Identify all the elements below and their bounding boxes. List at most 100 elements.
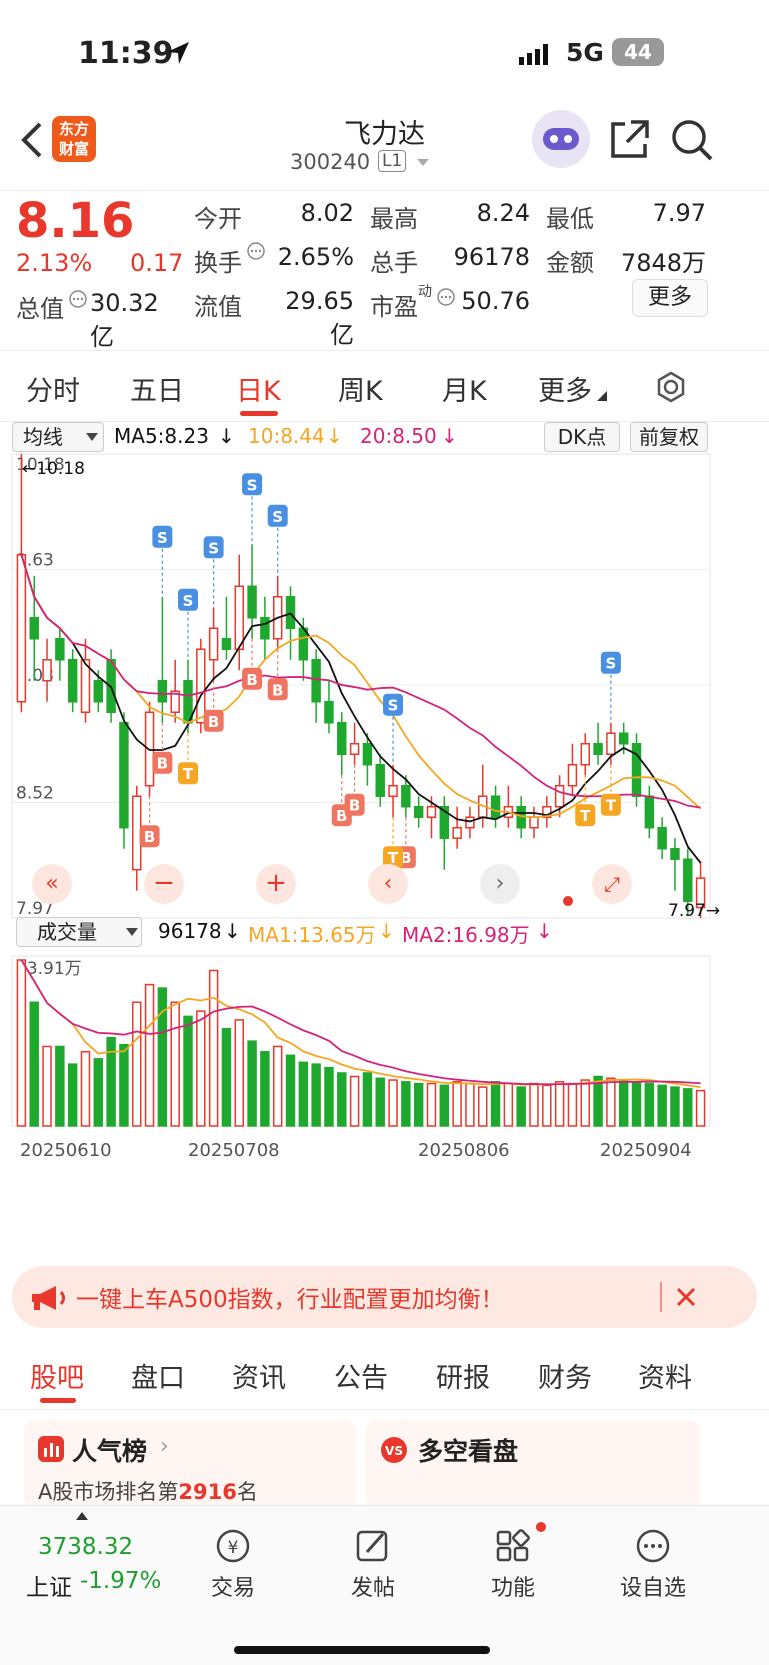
settings-icon[interactable]: [655, 371, 687, 403]
tab-monthly-k[interactable]: 月K: [442, 369, 487, 408]
more-dots-icon: [636, 1529, 670, 1563]
volume-label: 总手: [370, 249, 418, 277]
candle-body: [285, 596, 296, 630]
next-button[interactable]: ›: [480, 864, 520, 904]
candle-body: [670, 847, 680, 860]
tab-intraday[interactable]: 分时: [26, 369, 80, 408]
assistant-avatar-icon[interactable]: [532, 110, 590, 168]
popular-card[interactable]: 人气榜 › A股市场排名第2916名: [24, 1420, 356, 1510]
candlestick-chart[interactable]: 10.189.639.088.527.97SSSSSSSBBBBBBBBTTTT…: [0, 430, 769, 930]
trade-button[interactable]: ¥ 交易: [188, 1528, 278, 1602]
candle-body: [208, 627, 219, 661]
search-icon[interactable]: [670, 118, 714, 162]
candle-body: [490, 795, 501, 818]
tab-profile[interactable]: 资料: [638, 1356, 692, 1395]
post-button[interactable]: 发帖: [328, 1528, 418, 1602]
volume-bar: [93, 1058, 104, 1127]
tab-weekly-k[interactable]: 周K: [338, 369, 383, 408]
candle-body: [16, 554, 27, 703]
chevron-down-icon[interactable]: [416, 158, 430, 168]
volume-bar: [683, 1088, 693, 1127]
tab-guba[interactable]: 股吧: [30, 1356, 84, 1395]
volume-bar: [426, 1082, 437, 1127]
banner-text: 一键上车A500指数，行业配置更加均衡！: [76, 1287, 504, 1313]
tab-research[interactable]: 研报: [436, 1356, 490, 1395]
signal-label: S: [157, 529, 168, 547]
candle-body: [683, 858, 693, 902]
volume-bar: [119, 1043, 129, 1127]
candle-body: [324, 700, 334, 724]
tab-pankou[interactable]: 盘口: [131, 1356, 185, 1395]
tab-news[interactable]: 资讯: [232, 1356, 286, 1395]
corner-triangle-icon: [597, 391, 607, 401]
tab-financials[interactable]: 财务: [538, 1356, 592, 1395]
function-button[interactable]: 功能: [468, 1528, 558, 1602]
open-label: 今开: [194, 205, 242, 233]
volume-bar: [234, 1019, 244, 1127]
volume-select[interactable]: 成交量: [16, 917, 142, 947]
more-button[interactable]: 更多: [632, 279, 708, 317]
signal-icon: [519, 44, 548, 65]
prev-button[interactable]: ‹: [368, 864, 408, 904]
last-price: 8.16: [16, 193, 135, 249]
close-icon[interactable]: [674, 1285, 698, 1309]
info-icon[interactable]: [436, 287, 456, 307]
level-badge[interactable]: L1: [378, 150, 407, 172]
fullscreen-button[interactable]: ⤢: [592, 864, 632, 904]
low-label: 最低: [546, 205, 594, 233]
volume-value: 96178: [453, 243, 530, 271]
candle-body: [465, 816, 475, 829]
volume-bar: [42, 1045, 52, 1127]
candle-body: [413, 805, 424, 818]
zoom-out-button[interactable]: −: [144, 864, 184, 904]
signal-label: T: [183, 765, 194, 783]
pe-value: 50.76: [461, 287, 530, 315]
index-value[interactable]: 3738.32: [38, 1534, 133, 1560]
vol-ma1-arrow-icon: ↓: [378, 919, 395, 943]
volume-bar: [29, 1001, 39, 1127]
volume-bar: [298, 1061, 309, 1127]
promo-banner[interactable]: 一键上车A500指数，行业配置更加均衡！: [12, 1266, 757, 1328]
popular-rank-text: A股市场排名第2916名: [38, 1480, 258, 1504]
share-icon[interactable]: [607, 118, 651, 162]
bull-bear-title: 多空看盘: [418, 1437, 519, 1466]
bull-bear-card[interactable]: VS 多空看盘: [366, 1420, 700, 1510]
tab-daily-k[interactable]: 日K: [236, 369, 281, 408]
candle-body: [618, 732, 629, 745]
index-change: -1.97%: [80, 1568, 162, 1594]
date-label: 20250806: [418, 1140, 510, 1161]
live-dot-icon: [563, 896, 573, 906]
zoom-in-button[interactable]: +: [256, 864, 296, 904]
volume-bar: [337, 1072, 347, 1127]
volume-bar: [478, 1086, 488, 1127]
bar-chart-icon: [38, 1436, 64, 1462]
rewind-button[interactable]: «: [32, 864, 72, 904]
chevron-right-icon: ›: [160, 1434, 169, 1459]
signal-label: B: [144, 828, 155, 846]
high-value: 8.24: [476, 199, 530, 227]
volume-bar: [144, 983, 155, 1127]
candle-body: [644, 795, 655, 829]
cards-row: 人气榜 › A股市场排名第2916名 VS 多空看盘: [0, 1412, 769, 1510]
volume-bar: [657, 1084, 667, 1127]
volume-bar: [695, 1089, 706, 1127]
candle-body: [119, 721, 129, 829]
tab-five-day[interactable]: 五日: [130, 369, 184, 408]
volume-chart[interactable]: 93.91万20250610 20250708 20250806 20250904: [0, 948, 769, 1178]
candle-body: [388, 784, 398, 797]
volume-bar: [529, 1082, 539, 1127]
tab-announcements[interactable]: 公告: [334, 1356, 388, 1395]
stock-code: 300240: [290, 150, 371, 174]
candle-body: [67, 659, 78, 703]
volume-bar: [401, 1081, 411, 1127]
tab-more[interactable]: 更多: [538, 369, 592, 408]
amount-label: 金额: [546, 249, 594, 277]
info-icon[interactable]: [68, 289, 88, 309]
add-watchlist-button[interactable]: 设自选: [608, 1528, 698, 1602]
volume-bar: [554, 1081, 565, 1127]
mcap-label: 总值: [16, 295, 64, 323]
megaphone-icon: [32, 1286, 65, 1310]
candle-body: [337, 721, 347, 755]
candle-body: [567, 763, 578, 787]
index-name: 上证: [26, 1575, 72, 1601]
